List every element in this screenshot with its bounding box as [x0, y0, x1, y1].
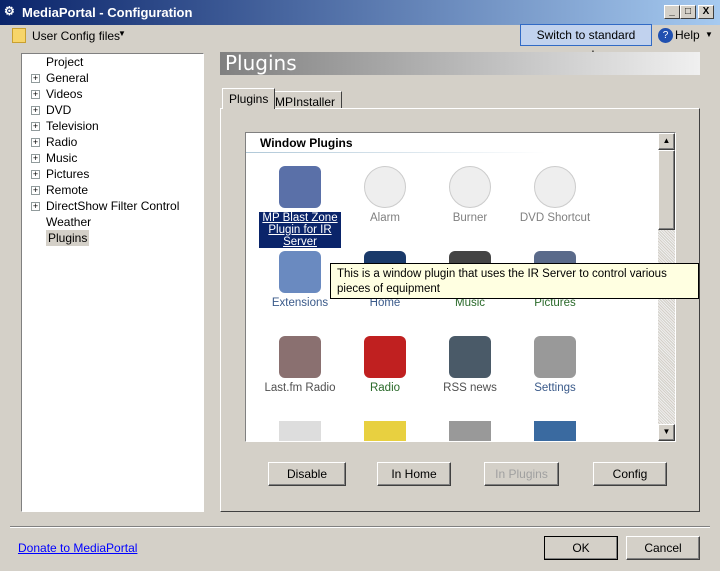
plugin-item[interactable]: Last.fm Radio — [258, 336, 342, 394]
plugin-label: DVD Shortcut — [519, 212, 591, 224]
tree-item[interactable]: Pictures — [46, 166, 89, 182]
plugin-label: Burner — [452, 212, 488, 224]
cancel-button[interactable]: Cancel — [626, 536, 700, 560]
expand-icon[interactable]: + — [31, 154, 40, 163]
expand-icon[interactable]: + — [31, 186, 40, 195]
tree-item[interactable]: Music — [46, 150, 77, 166]
plugin-label: RSS news — [443, 382, 497, 394]
user-config-files-menu[interactable]: User Config files — [32, 29, 120, 43]
switch-mode-button[interactable]: Switch to standard mode — [520, 24, 652, 62]
chevron-down-icon[interactable]: ▼ — [118, 29, 126, 38]
plugin-icon — [449, 336, 491, 378]
plugin-icon — [534, 421, 576, 441]
plugin-icon — [279, 251, 321, 293]
scroll-up-button[interactable]: ▲ — [658, 133, 675, 150]
page-title: Plugins — [220, 52, 700, 75]
plugin-icon — [364, 421, 406, 441]
tab-mpinstaller[interactable]: MPInstaller — [268, 91, 343, 109]
title-bar: ⚙ MediaPortal - Configuration _ □ X — [0, 0, 720, 25]
plugin-icon — [279, 421, 321, 441]
in-home-button[interactable]: In Home — [377, 462, 451, 486]
plugin-label: Last.fm Radio — [264, 382, 336, 394]
plugin-icon — [279, 336, 321, 378]
plugin-icon — [364, 166, 406, 208]
ok-button[interactable]: OK — [544, 536, 618, 560]
plugin-item[interactable]: Burner — [428, 166, 512, 224]
help-dropdown-icon[interactable]: ▼ — [705, 30, 713, 39]
plugin-label: Radio — [369, 382, 401, 394]
scroll-down-button[interactable]: ▼ — [658, 424, 675, 441]
expand-icon[interactable]: + — [31, 90, 40, 99]
tree-item[interactable]: DirectShow Filter Control — [46, 198, 179, 214]
expand-icon[interactable]: + — [31, 138, 40, 147]
window-title: MediaPortal - Configuration — [22, 5, 193, 20]
plugin-icon — [279, 166, 321, 208]
tree-item[interactable]: Remote — [46, 182, 88, 198]
help-menu[interactable]: Help — [675, 28, 700, 42]
app-icon: ⚙ — [4, 4, 15, 18]
scroll-thumb[interactable] — [658, 150, 675, 230]
folder-icon — [12, 28, 26, 43]
tree-item[interactable]: Weather — [46, 214, 91, 230]
tree-item[interactable]: Project — [46, 54, 83, 70]
plugin-label: Settings — [534, 382, 576, 394]
tab-plugins[interactable]: Plugins — [222, 88, 276, 109]
plugin-item[interactable]: DVD Shortcut — [513, 166, 597, 224]
maximize-button[interactable]: □ — [680, 5, 696, 19]
expand-icon[interactable]: + — [31, 106, 40, 115]
expand-icon[interactable]: + — [31, 74, 40, 83]
section-title: Window Plugins — [260, 136, 353, 150]
in-plugins-button[interactable]: In Plugins — [484, 462, 559, 486]
section-divider — [246, 152, 546, 153]
tree-item[interactable]: Plugins — [46, 230, 90, 246]
plugin-item[interactable]: Alarm — [343, 166, 427, 224]
tree-item[interactable]: Videos — [46, 86, 82, 102]
expand-icon[interactable]: + — [31, 170, 40, 179]
expand-icon[interactable]: + — [31, 202, 40, 211]
plugin-item[interactable]: Radio — [343, 336, 427, 394]
plugin-icon — [449, 421, 491, 441]
plugin-label: Extensions — [271, 297, 329, 309]
close-button[interactable]: X — [698, 5, 714, 19]
footer-divider — [10, 526, 710, 528]
plugin-item[interactable]: Settings — [513, 336, 597, 394]
donate-link[interactable]: Donate to MediaPortal — [18, 541, 137, 555]
help-icon[interactable]: ? — [658, 28, 673, 43]
plugin-icon — [534, 166, 576, 208]
settings-tree: Project + General + Videos + DVD + Television + Ra… — [21, 53, 204, 512]
plugin-item[interactable]: RSS news — [428, 336, 512, 394]
tree-item[interactable]: DVD — [46, 102, 71, 118]
tooltip: This is a window plugin that uses the IR… — [330, 263, 699, 299]
config-button[interactable]: Config — [593, 462, 667, 486]
tree-item[interactable]: Television — [46, 118, 99, 134]
minimize-button[interactable]: _ — [664, 5, 680, 19]
tree-item[interactable]: Radio — [46, 134, 77, 150]
plugin-icon — [449, 166, 491, 208]
plugin-label: MP Blast Zone Plugin for IR Server — [258, 211, 342, 249]
plugin-icon — [534, 336, 576, 378]
expand-icon[interactable]: + — [31, 122, 40, 131]
plugin-label: Alarm — [369, 212, 401, 224]
plugin-icon — [364, 336, 406, 378]
tree-item[interactable]: General — [46, 70, 89, 86]
disable-button[interactable]: Disable — [268, 462, 346, 486]
plugin-item[interactable]: MP Blast Zone Plugin for IR Server — [258, 166, 342, 249]
